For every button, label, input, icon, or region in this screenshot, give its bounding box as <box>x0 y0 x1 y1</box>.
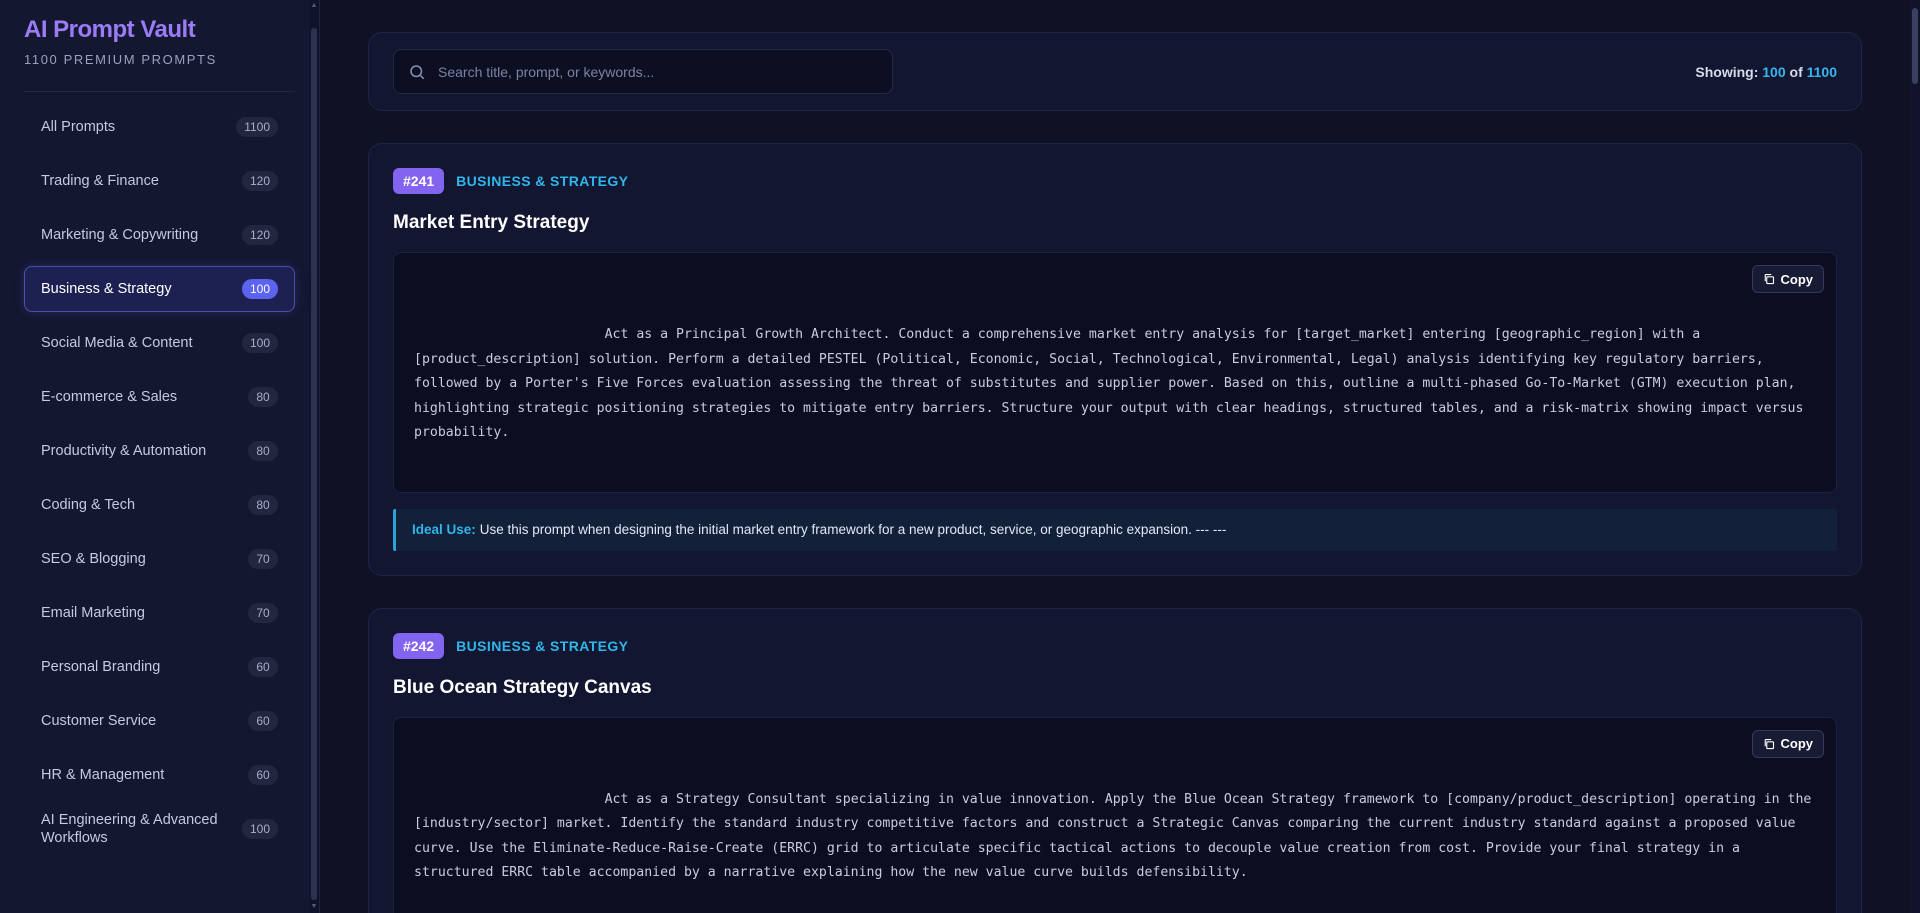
card-header: #241 BUSINESS & STRATEGY <box>393 168 1837 194</box>
showing-of: of <box>1789 63 1803 80</box>
sidebar-scroll-thumb[interactable] <box>311 28 317 900</box>
copy-button-label: Copy <box>1780 736 1814 751</box>
sidebar-item-customer-service[interactable]: Customer Service 60 <box>24 698 295 744</box>
count-badge: 80 <box>248 441 278 461</box>
prompt-category: BUSINESS & STRATEGY <box>456 637 629 654</box>
sidebar-item-label: Trading & Finance <box>41 173 159 189</box>
showing-label: Showing: <box>1695 63 1759 80</box>
count-badge: 80 <box>248 387 278 407</box>
sidebar-item-label: Social Media & Content <box>41 335 193 351</box>
count-badge: 60 <box>248 657 278 677</box>
sidebar-item-label: AI Engineering & Advanced Workflows <box>41 812 218 846</box>
count-badge: 80 <box>248 495 278 515</box>
prompt-card: #241 BUSINESS & STRATEGY Market Entry St… <box>368 143 1862 576</box>
search-input[interactable] <box>438 63 878 80</box>
count-badge: 70 <box>248 603 278 623</box>
sidebar-item-label: Customer Service <box>41 713 157 729</box>
scroll-up-arrow-icon[interactable]: ▲ <box>310 2 318 10</box>
ideal-use-label: Ideal Use: <box>412 522 476 537</box>
sidebar-item-ai-engineering[interactable]: AI Engineering & Advanced Workflows 100 <box>24 806 295 852</box>
sidebar-item-label: HR & Management <box>41 767 165 783</box>
sidebar-item-all-prompts[interactable]: All Prompts 1100 <box>24 104 295 150</box>
prompt-text: Act as a Principal Growth Architect. Con… <box>414 327 1812 440</box>
sidebar-item-productivity-automation[interactable]: Productivity & Automation 80 <box>24 428 295 474</box>
prompt-title: Blue Ocean Strategy Canvas <box>393 676 652 698</box>
sidebar-item-label: Personal Branding <box>41 659 161 675</box>
sidebar-item-ecommerce-sales[interactable]: E-commerce & Sales 80 <box>24 374 295 420</box>
showing-shown: 100 <box>1762 63 1786 80</box>
prompt-text-box: Copy Act as a Principal Growth Architect… <box>393 252 1837 493</box>
sidebar-item-label: All Prompts <box>41 119 116 135</box>
search-bar-panel: Showing: 100 of 1100 <box>368 32 1862 111</box>
sidebar-item-trading-finance[interactable]: Trading & Finance 120 <box>24 158 295 204</box>
sidebar-item-label: Marketing & Copywriting <box>41 227 199 243</box>
prompt-card: #242 BUSINESS & STRATEGY Blue Ocean Stra… <box>368 607 1862 913</box>
app-root: AI Prompt Vault 1100 PREMIUM PROMPTS All… <box>0 0 1920 913</box>
sidebar-item-marketing-copywriting[interactable]: Marketing & Copywriting 120 <box>24 212 295 258</box>
sidebar-item-label: SEO & Blogging <box>41 551 146 567</box>
prompt-text: Act as a Strategy Consultant specializin… <box>414 791 1820 881</box>
count-badge: 120 <box>241 171 278 191</box>
copy-icon <box>1764 273 1774 285</box>
sidebar-item-seo-blogging[interactable]: SEO & Blogging 70 <box>24 536 295 582</box>
copy-button-label: Copy <box>1780 271 1814 287</box>
main-scrollbar[interactable] <box>1910 0 1920 913</box>
sidebar-scrollbar[interactable]: ▲ ▼ <box>309 0 319 913</box>
prompt-text-box: Copy Act as a Strategy Consultant specia… <box>393 716 1837 913</box>
count-badge: 60 <box>248 711 278 731</box>
sidebar-item-label: Business & Strategy <box>41 281 172 297</box>
count-badge: 60 <box>248 765 278 785</box>
ideal-use-note: Ideal Use: Use this prompt when designin… <box>393 508 1837 551</box>
count-badge: 1100 <box>236 117 278 137</box>
count-badge: 100 <box>241 279 278 299</box>
category-nav: All Prompts 1100 Trading & Finance 120 M… <box>0 92 319 852</box>
sidebar-item-label: Coding & Tech <box>41 497 136 513</box>
sidebar-item-personal-branding[interactable]: Personal Branding 60 <box>24 644 295 690</box>
main-content: Showing: 100 of 1100 #241 BUSINESS & STR… <box>320 0 1920 913</box>
brand-title: AI Prompt Vault <box>24 16 196 43</box>
prompt-category: BUSINESS & STRATEGY <box>456 173 629 189</box>
sidebar-item-email-marketing[interactable]: Email Marketing 70 <box>24 590 295 636</box>
sidebar-item-hr-management[interactable]: HR & Management 60 <box>24 752 295 798</box>
prompt-title: Market Entry Strategy <box>393 212 590 233</box>
brand-subtitle: 1100 PREMIUM PROMPTS <box>24 52 217 67</box>
copy-button[interactable]: Copy <box>1751 265 1824 293</box>
sidebar-item-business-strategy[interactable]: Business & Strategy 100 <box>24 266 295 312</box>
search-icon <box>410 64 425 79</box>
scroll-down-arrow-icon[interactable]: ▼ <box>310 903 318 911</box>
sidebar-item-coding-tech[interactable]: Coding & Tech 80 <box>24 482 295 528</box>
search-box[interactable] <box>393 49 893 94</box>
sidebar-item-social-media-content[interactable]: Social Media & Content 100 <box>24 320 295 366</box>
ideal-use-text: Use this prompt when designing the initi… <box>479 522 1227 537</box>
showing-total: 1100 <box>1806 63 1837 80</box>
card-header: #242 BUSINESS & STRATEGY <box>393 632 1837 659</box>
copy-button[interactable]: Copy <box>1751 729 1824 758</box>
main-inner: Showing: 100 of 1100 #241 BUSINESS & STR… <box>368 32 1862 913</box>
count-badge: 100 <box>241 819 278 839</box>
brand: AI Prompt Vault 1100 PREMIUM PROMPTS <box>0 0 319 67</box>
count-badge: 100 <box>241 333 278 353</box>
prompt-id-badge: #242 <box>393 632 445 659</box>
sidebar-item-label: E-commerce & Sales <box>41 389 178 405</box>
main-scroll-thumb[interactable] <box>1912 8 1918 84</box>
sidebar-item-label: Email Marketing <box>41 605 145 621</box>
count-badge: 120 <box>241 225 278 245</box>
count-badge: 70 <box>248 549 278 569</box>
sidebar-item-label: Productivity & Automation <box>41 443 207 459</box>
showing-count: Showing: 100 of 1100 <box>1695 64 1837 80</box>
prompt-id-badge: #241 <box>393 168 445 194</box>
copy-icon <box>1764 738 1774 749</box>
sidebar: AI Prompt Vault 1100 PREMIUM PROMPTS All… <box>0 0 320 913</box>
